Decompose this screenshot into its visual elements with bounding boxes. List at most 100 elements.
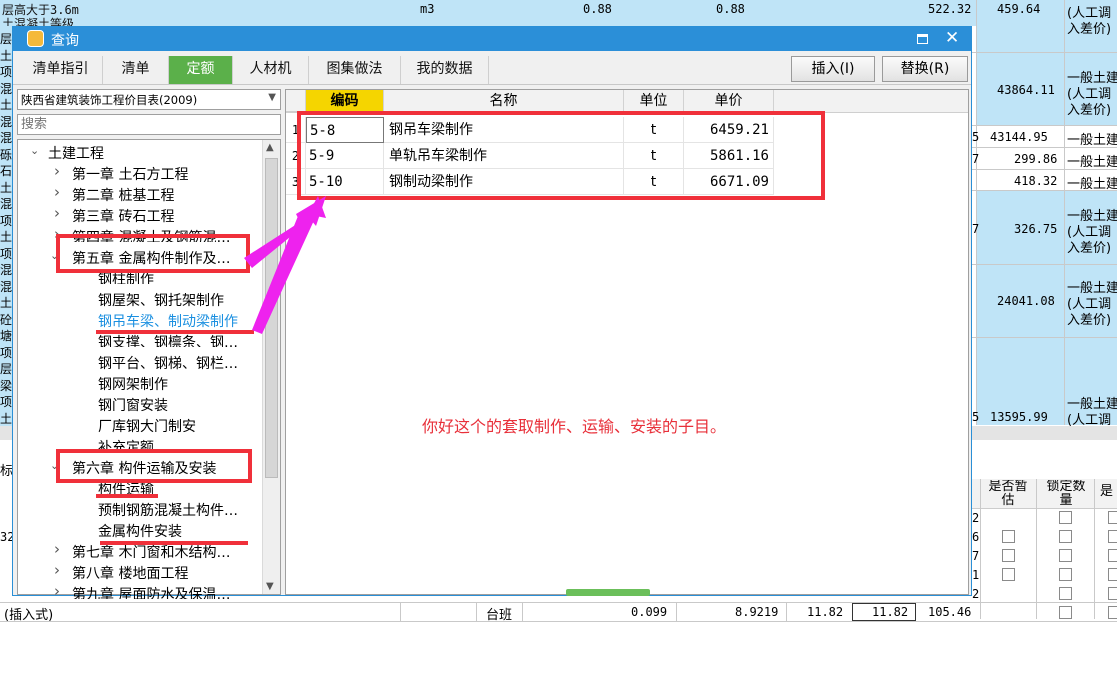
col-header-price[interactable]: 单价: [684, 90, 774, 112]
bg-row1-qty2: 0.88: [716, 2, 745, 16]
underline-install: [100, 541, 248, 545]
dialog-titlebar[interactable]: 查询 ✕: [13, 27, 971, 51]
chevron-down-icon: ▼: [268, 92, 276, 103]
col-header-name[interactable]: 名称: [384, 90, 624, 112]
bg-vline-1: [976, 0, 977, 425]
tree-ch1-earthwork[interactable]: 第一章 土石方工程: [72, 164, 188, 184]
fixed-checkbox-4[interactable]: [1108, 568, 1117, 581]
tab-atlas-method[interactable]: 图集做法: [309, 56, 401, 84]
expand-closed-icon[interactable]: ›: [54, 540, 60, 558]
bg-left-fragment: 石层: [0, 164, 12, 178]
col-header-lock-qty: 锁定数量: [1046, 480, 1086, 508]
dialog-tabs: 清单指引 清单 定额 人材机 图集做法 我的数据 插入(I) 替换(R): [13, 51, 971, 85]
tree-factory-door[interactable]: 厂库钢大门制安: [98, 416, 196, 436]
tree-metal-install[interactable]: 金属构件安装: [98, 521, 182, 541]
bg-note-7c: 入差价): [1067, 313, 1112, 328]
expand-closed-icon[interactable]: ›: [54, 162, 60, 180]
estimate-checkbox-1[interactable]: [1002, 530, 1015, 543]
bg-bottom-v1: [400, 602, 401, 622]
tab-list-guide[interactable]: 清单指引: [19, 56, 103, 84]
fixed-checkbox-3[interactable]: [1108, 549, 1117, 562]
scroll-up-icon[interactable]: ▲: [266, 142, 274, 153]
tree-ch2-pile[interactable]: 第二章 桩基工程: [72, 185, 174, 205]
lock-checkbox-1[interactable]: [1059, 511, 1072, 524]
expand-closed-icon[interactable]: ›: [54, 183, 60, 201]
search-input[interactable]: [17, 114, 281, 135]
estimate-checkbox-2[interactable]: [1002, 549, 1015, 562]
maximize-icon[interactable]: [917, 34, 928, 44]
bg-note-4: 一般土建: [1067, 155, 1117, 170]
lock-checkbox-5[interactable]: [1059, 587, 1072, 600]
bg-side-num-4: 1: [972, 568, 980, 582]
tree-crane-beam[interactable]: 钢吊车梁、制动梁制作: [98, 311, 238, 331]
col-header-code[interactable]: 编码: [306, 90, 384, 112]
bg-total-1: 459.64: [997, 2, 1041, 16]
bg-side-num-3: 7: [972, 549, 980, 563]
bg-total-2: 43864.11: [997, 83, 1055, 97]
tree-ch3-masonry[interactable]: 第三章 砖石工程: [72, 206, 174, 226]
tree-scrollbar[interactable]: ▲ ▼: [262, 140, 280, 594]
tab-list[interactable]: 清单: [103, 56, 169, 84]
bg-left-fragment: 层高: [0, 362, 12, 376]
tab-quota[interactable]: 定额: [169, 56, 233, 84]
underline-crane-beam: [96, 330, 254, 334]
tree-steel-support[interactable]: 钢支撑、钢檩条、钢…: [98, 332, 238, 347]
bg-hline-2: [972, 125, 1117, 126]
bg-left-fragment: 项目: [0, 395, 12, 409]
lock-checkbox-2[interactable]: [1059, 530, 1072, 543]
bg-vline-2: [1064, 0, 1065, 425]
bg-note-2c: 入差价): [1067, 103, 1112, 118]
tree-steel-truss[interactable]: 钢屋架、钢托架制作: [98, 290, 224, 310]
bg-lower-left-1: 标准: [0, 464, 12, 479]
bg-hline-6: [972, 264, 1117, 265]
bg-side-code: 7: [972, 222, 980, 236]
bg-left-fragment: 土混: [0, 98, 12, 112]
bottom-row-v1: 11.82: [807, 605, 844, 619]
tree-ch8-floor[interactable]: 第八章 楼地面工程: [72, 563, 188, 583]
bg-left-fragment: 项目: [0, 246, 12, 261]
scroll-down-icon[interactable]: ▼: [266, 581, 274, 592]
tree-ch9-roof[interactable]: 第九章 屋面防水及保温…: [72, 584, 230, 599]
expand-open-icon[interactable]: ⌄: [30, 144, 39, 157]
fixed-checkbox-1[interactable]: [1108, 511, 1117, 524]
bg-left-fragment: 层高: [0, 32, 12, 46]
bg-left-fragment: 项目: [0, 65, 12, 79]
fixed-checkbox-5[interactable]: [1108, 587, 1117, 600]
library-select[interactable]: 陕西省建筑装饰工程价目表(2009) ▼: [17, 89, 281, 110]
replace-button[interactable]: 替换(R): [882, 56, 968, 82]
dialog-title: 查询: [51, 33, 79, 49]
tree-steel-window[interactable]: 钢门窗安装: [98, 395, 168, 415]
bg-left-fragment: 混凝: [0, 279, 12, 294]
bg-left-fragment: 混凝: [0, 114, 12, 129]
bg-left-fragment: 混凝: [0, 263, 12, 277]
tree-steel-platform[interactable]: 钢平台、钢梯、钢栏…: [98, 353, 238, 373]
lock-checkbox-3[interactable]: [1059, 549, 1072, 562]
scroll-thumb[interactable]: [265, 158, 278, 478]
tree-precast-concrete[interactable]: 预制钢筋混凝土构件…: [98, 500, 238, 520]
bg-left-fragment: 砼垫: [0, 312, 12, 327]
bg-bottom-v2: [476, 602, 477, 622]
collapse-handle[interactable]: [566, 589, 650, 596]
bottom-row-unit: 台班: [486, 608, 513, 623]
bottom-row-price: 8.9219: [735, 605, 779, 619]
fixed-checkbox-2[interactable]: [1108, 530, 1117, 543]
library-select-value: 陕西省建筑装饰工程价目表(2009): [21, 93, 198, 107]
fixed-checkbox-6[interactable]: [1108, 606, 1117, 619]
tree-ch7-wood[interactable]: 第七章 木门窗和木结构…: [72, 542, 230, 562]
bg-left-fragment: 土混: [0, 411, 12, 426]
lock-checkbox-4[interactable]: [1059, 568, 1072, 581]
close-icon[interactable]: ✕: [945, 28, 959, 48]
bg-left-fragment: 砾: [0, 147, 12, 162]
insert-button[interactable]: 插入(I): [791, 56, 875, 82]
expand-closed-icon[interactable]: ›: [54, 204, 60, 222]
bg-note-1b: 入差价): [1067, 22, 1112, 37]
tab-my-data[interactable]: 我的数据: [401, 56, 489, 84]
expand-closed-icon[interactable]: ›: [54, 561, 60, 579]
expand-closed-icon[interactable]: ›: [54, 582, 60, 600]
lock-checkbox-6[interactable]: [1059, 606, 1072, 619]
tab-labor-material[interactable]: 人材机: [233, 56, 309, 84]
estimate-checkbox-3[interactable]: [1002, 568, 1015, 581]
tree-root-civil[interactable]: 土建工程: [48, 143, 104, 163]
tree-steel-grid[interactable]: 钢网架制作: [98, 374, 168, 394]
col-header-unit[interactable]: 单位: [624, 90, 684, 112]
